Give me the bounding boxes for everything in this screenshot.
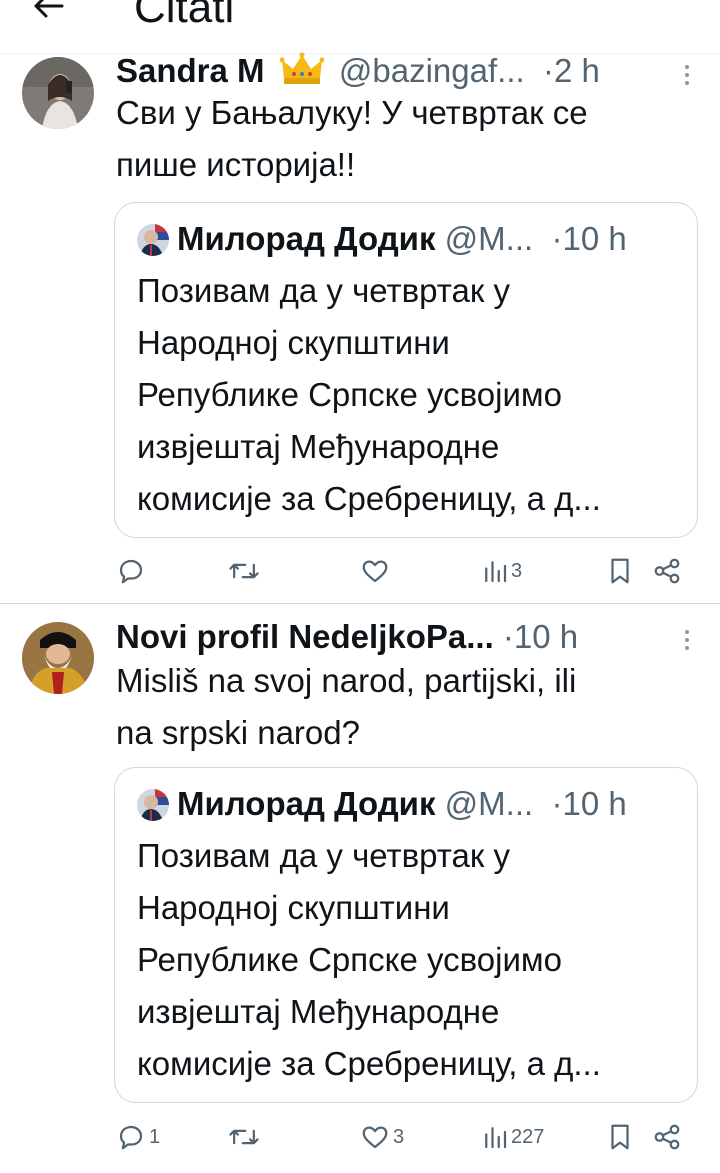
like-button[interactable] xyxy=(360,554,393,588)
quoted-text-line: комисије за Сребреницу, а д... xyxy=(137,1045,601,1082)
quoted-text: Позивам да у четвртак у Народној скупшти… xyxy=(137,265,685,525)
reply-count: 1 xyxy=(149,1125,161,1148)
reply-button[interactable]: 1 xyxy=(116,1120,160,1154)
quoted-text-line: Народној скупштини xyxy=(137,889,450,926)
bookmark-button[interactable] xyxy=(606,1120,634,1154)
heart-icon xyxy=(362,560,388,583)
bookmark-icon xyxy=(611,1124,629,1150)
quoted-text-line: комисије за Сребреницу, а д... xyxy=(137,480,601,517)
page-title: Citati xyxy=(134,0,235,32)
tweet-text: Сви у Бањалуку! У четвртак се пише истор… xyxy=(116,87,696,191)
quoted-user-handle[interactable]: @М... xyxy=(445,785,534,822)
quoted-text-line: извјештај Међународне xyxy=(137,993,500,1030)
share-icon xyxy=(654,558,680,584)
tweet[interactable]: Sandra M @bazingaf... ·2 h Сви у Бањалук… xyxy=(0,52,720,603)
tweet-header: Sandra M @bazingaf... ·2 h xyxy=(116,51,696,91)
quoted-text: Позивам да у четвртак у Народној скупшти… xyxy=(137,830,685,1090)
reply-icon xyxy=(119,1125,143,1150)
tweet-time[interactable]: 2 h xyxy=(554,52,600,89)
quoted-text-line: Републике Српске усвојимо xyxy=(137,941,562,978)
quoted-text-line: Народној скупштини xyxy=(137,324,450,361)
user-name[interactable]: Sandra M xyxy=(116,52,265,89)
quoted-tweet[interactable]: Милорад Додик @М... ·10 h Позивам да у ч… xyxy=(114,767,698,1103)
avatar[interactable] xyxy=(22,622,94,694)
top-bar: Citati xyxy=(0,0,720,54)
more-options-icon[interactable] xyxy=(684,626,690,656)
tweet-text-line: na srpski narod? xyxy=(116,714,360,751)
retweet-icon xyxy=(229,563,259,579)
quoted-user-handle[interactable]: @М... xyxy=(445,220,534,257)
views-button[interactable]: 3 xyxy=(482,554,522,588)
quoted-avatar xyxy=(137,789,169,821)
views-icon xyxy=(485,561,507,583)
like-count: 3 xyxy=(393,1125,405,1148)
quoted-text-line: Позивам да у четвртак у xyxy=(137,272,511,309)
views-count: 3 xyxy=(511,559,523,582)
quoted-tweet-header: Милорад Додик @М... ·10 h xyxy=(137,219,627,259)
reply-icon xyxy=(119,559,143,584)
tweet-header: Novi profil NedeljkoPa... ·10 h xyxy=(116,617,696,657)
views-button[interactable]: 227 xyxy=(482,1120,544,1154)
share-icon xyxy=(654,1124,680,1150)
crown-icon xyxy=(279,52,324,84)
user-handle[interactable]: @bazingaf... xyxy=(339,52,525,89)
quoted-time[interactable]: 10 h xyxy=(563,785,627,822)
action-bar: 1 3 227 xyxy=(116,1120,696,1154)
tweet[interactable]: Novi profil NedeljkoPa... ·10 h Misliš n… xyxy=(0,604,720,1173)
tweet-time[interactable]: 10 h xyxy=(514,618,578,655)
quoted-time[interactable]: 10 h xyxy=(563,220,627,257)
share-button[interactable] xyxy=(652,1120,682,1154)
bookmark-icon xyxy=(611,558,629,584)
quoted-text-line: Позивам да у четвртак у xyxy=(137,837,511,874)
back-arrow-icon[interactable] xyxy=(28,0,68,26)
separator-dot: · xyxy=(542,785,563,822)
tweet-text-line: Misliš na svoj narod, partijski, ili xyxy=(116,662,577,699)
quoted-text-line: извјештај Међународне xyxy=(137,428,500,465)
share-button[interactable] xyxy=(652,554,682,588)
quoted-avatar xyxy=(137,224,169,256)
quoted-tweet[interactable]: Милорад Додик @М... ·10 h Позивам да у ч… xyxy=(114,202,698,538)
tweet-text: Misliš na svoj narod, partijski, ili na … xyxy=(116,655,696,759)
quoted-tweet-header: Милорад Додик @М... ·10 h xyxy=(137,784,627,824)
views-icon xyxy=(485,1127,507,1149)
action-bar: 3 xyxy=(116,554,696,588)
reply-button[interactable] xyxy=(116,554,149,588)
separator-dot: · xyxy=(502,618,514,655)
avatar[interactable] xyxy=(22,57,94,129)
bookmark-button[interactable] xyxy=(606,554,634,588)
quoted-text-line: Републике Српске усвојимо xyxy=(137,376,562,413)
quoted-user-name[interactable]: Милорад Додик xyxy=(177,220,435,257)
tweet-text-line: пише историја!! xyxy=(116,146,356,183)
tweet-text-line: Сви у Бањалуку! У четвртак се xyxy=(116,94,588,131)
separator-dot: · xyxy=(542,220,563,257)
retweet-icon xyxy=(229,1129,259,1145)
heart-icon xyxy=(362,1126,388,1149)
views-count: 227 xyxy=(511,1125,545,1148)
retweet-button[interactable] xyxy=(228,1120,263,1154)
like-button[interactable]: 3 xyxy=(360,1120,404,1154)
separator-dot: · xyxy=(533,52,555,89)
user-name[interactable]: Novi profil NedeljkoPa... xyxy=(116,618,494,655)
quoted-user-name[interactable]: Милорад Додик xyxy=(177,785,435,822)
retweet-button[interactable] xyxy=(228,554,263,588)
